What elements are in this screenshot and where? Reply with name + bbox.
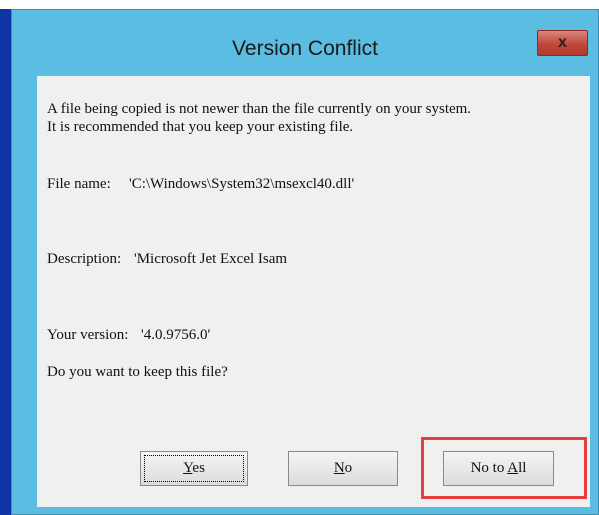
file-name-value: 'C:\Windows\System32\msexcl40.dll' xyxy=(129,176,355,192)
version-label: Your version: xyxy=(47,327,129,343)
version-conflict-dialog: Version Conflict x A file being copied i… xyxy=(11,9,599,515)
title-bar[interactable]: Version Conflict x xyxy=(12,10,598,74)
screen-top-edge xyxy=(0,0,599,9)
version-value: '4.0.9756.0' xyxy=(141,327,211,343)
no-button[interactable]: No xyxy=(288,451,398,486)
focus-indicator xyxy=(144,455,244,482)
dialog-title: Version Conflict xyxy=(232,37,378,60)
no-to-all-button-label: No to All xyxy=(470,460,527,476)
dialog-body: A file being copied is not newer than th… xyxy=(37,76,590,507)
close-button[interactable]: x xyxy=(537,30,588,56)
yes-button[interactable]: Yes xyxy=(140,451,248,486)
file-name-label: File name: xyxy=(47,176,111,192)
description-value: 'Microsoft Jet Excel Isam xyxy=(134,251,288,267)
message-line-1: A file being copied is not newer than th… xyxy=(47,101,472,117)
description-label: Description: xyxy=(47,251,122,267)
message-line-2: It is recommended that you keep your exi… xyxy=(47,119,354,135)
no-to-all-button[interactable]: No to All xyxy=(443,451,554,486)
desktop-background xyxy=(0,0,11,515)
keep-file-question: Do you want to keep this file? xyxy=(47,364,228,380)
no-button-label: No xyxy=(333,460,353,476)
close-icon: x xyxy=(558,34,567,51)
